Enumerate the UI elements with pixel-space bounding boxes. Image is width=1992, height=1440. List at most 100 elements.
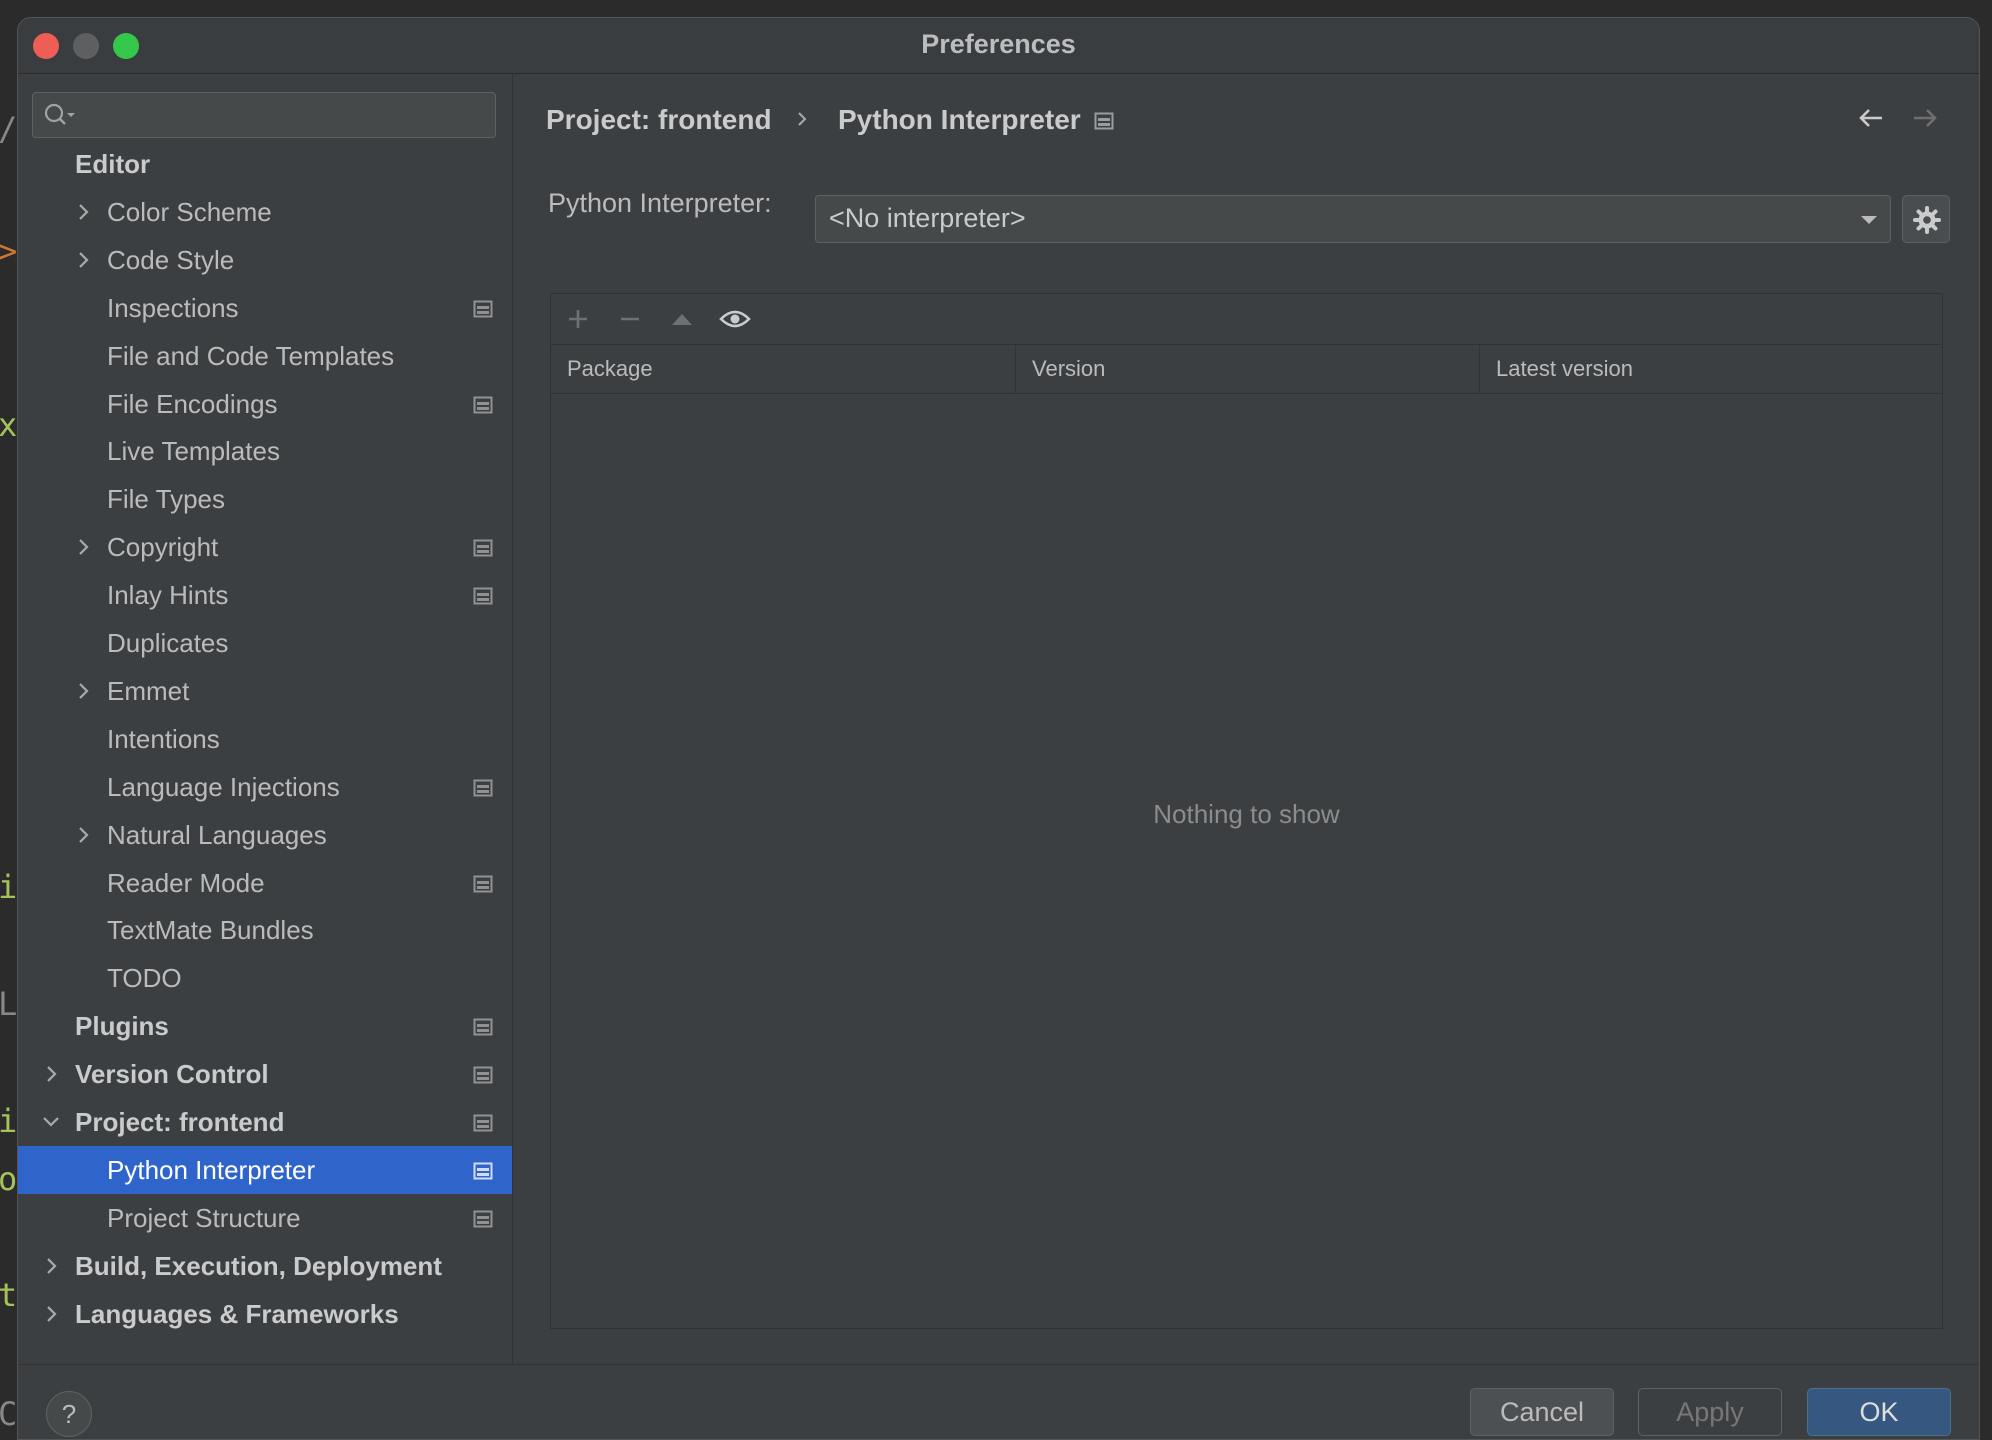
sidebar-item[interactable]: Intentions [18, 715, 512, 763]
back-arrow-icon[interactable] [1856, 104, 1886, 132]
sidebar-item[interactable]: Build, Execution, Deployment [18, 1242, 512, 1290]
chevron-right-icon[interactable] [41, 1254, 61, 1278]
dialog-footer: ? Cancel Apply OK [18, 1364, 1979, 1439]
sidebar-item[interactable]: TextMate Bundles [18, 906, 512, 954]
project-scope-icon [473, 300, 493, 318]
window-title: Preferences [921, 29, 1076, 59]
settings-content: Project: frontend Python Interpreter Pyt… [514, 74, 1979, 1364]
sidebar-item[interactable]: Language Injections [18, 763, 512, 811]
search-text-field[interactable] [79, 97, 489, 133]
sidebar-item[interactable]: Project: frontend [18, 1098, 512, 1146]
remove-package-icon[interactable] [617, 306, 643, 332]
eye-icon[interactable] [719, 306, 751, 332]
packages-table: Package Version Latest version Nothing t… [550, 293, 1943, 1329]
upgrade-package-icon[interactable] [669, 306, 695, 332]
sidebar-item-label: Editor [75, 149, 151, 179]
settings-sidebar: Editor Color Scheme Code Style Inspections F… [18, 74, 513, 1364]
sidebar-item[interactable]: Reader Mode [18, 859, 512, 907]
title-bar[interactable]: Preferences [18, 18, 1979, 74]
ok-button[interactable]: OK [1807, 1388, 1951, 1436]
project-scope-icon [473, 1210, 493, 1228]
sidebar-item[interactable]: Inspections [18, 284, 512, 332]
python-interpreter-select[interactable]: <No interpreter> [815, 195, 1891, 243]
sidebar-item-label: Duplicates [107, 628, 229, 658]
sidebar-item[interactable]: TODO [18, 954, 512, 1002]
sidebar-item[interactable]: Copyright [18, 523, 512, 571]
sidebar-item[interactable]: Inlay Hints [18, 571, 512, 619]
sidebar-item[interactable]: Editor [18, 140, 512, 188]
packages-table-body: Nothing to show [551, 394, 1942, 1328]
background-glyph: / [0, 110, 17, 148]
sidebar-item-label: Copyright [107, 532, 219, 562]
column-header-latest-version[interactable]: Latest version [1480, 345, 1944, 393]
sidebar-item-label: Version Control [75, 1059, 269, 1089]
sidebar-item-label: TODO [107, 963, 182, 993]
apply-button[interactable]: Apply [1638, 1388, 1782, 1436]
empty-state-text: Nothing to show [1153, 799, 1340, 829]
chevron-right-icon[interactable] [73, 248, 93, 272]
chevron-right-icon[interactable] [41, 1302, 61, 1326]
forward-arrow-icon[interactable] [1910, 104, 1940, 132]
breadcrumb-page: Python Interpreter [838, 104, 1081, 135]
sidebar-item[interactable]: Python Interpreter [18, 1146, 512, 1194]
sidebar-item[interactable]: Emmet [18, 667, 512, 715]
sidebar-item-label: Live Templates [107, 436, 280, 466]
project-scope-icon [473, 1066, 493, 1084]
sidebar-item-label: Languages & Frameworks [75, 1299, 399, 1329]
sidebar-item[interactable]: Natural Languages [18, 811, 512, 859]
project-scope-icon [473, 875, 493, 893]
chevron-down-icon [1861, 216, 1877, 224]
breadcrumb-project[interactable]: Project: frontend [546, 104, 772, 136]
chevron-right-icon[interactable] [73, 535, 93, 559]
project-scope-icon [473, 779, 493, 797]
chevron-right-icon[interactable] [73, 200, 93, 224]
python-interpreter-label: Python Interpreter: [548, 188, 772, 218]
settings-search-input[interactable] [32, 92, 496, 138]
background-glyph: > [0, 232, 18, 270]
chevron-right-icon[interactable] [73, 679, 93, 703]
sidebar-item-label: Intentions [107, 724, 220, 754]
sidebar-item-label: Plugins [75, 1011, 169, 1041]
sidebar-item-label: Python Interpreter [107, 1155, 316, 1185]
cancel-button[interactable]: Cancel [1470, 1388, 1614, 1436]
sidebar-item-label: Inlay Hints [107, 580, 229, 610]
gear-icon [1913, 206, 1941, 234]
sidebar-item-label: File and Code Templates [107, 341, 395, 371]
sidebar-item[interactable]: File Types [18, 475, 512, 523]
sidebar-item-label: TextMate Bundles [107, 915, 314, 945]
project-scope-icon [473, 1018, 493, 1036]
project-scope-icon [473, 396, 493, 414]
sidebar-item-label: Natural Languages [107, 820, 327, 850]
search-icon [44, 103, 75, 125]
sidebar-item[interactable]: Languages & Frameworks [18, 1290, 512, 1338]
sidebar-item[interactable]: File Encodings [18, 380, 512, 428]
sidebar-item-label: Inspections [107, 293, 239, 323]
sidebar-item[interactable]: File and Code Templates [18, 332, 512, 380]
sidebar-item-label: Reader Mode [107, 868, 265, 898]
sidebar-item-label: File Types [107, 484, 226, 514]
chevron-down-icon[interactable] [41, 1110, 61, 1134]
breadcrumb-separator-icon [798, 112, 807, 126]
sidebar-item[interactable]: Code Style [18, 236, 512, 284]
background-glyph: C [0, 1395, 18, 1433]
help-button[interactable]: ? [46, 1391, 92, 1437]
column-header-package[interactable]: Package [551, 345, 1016, 393]
sidebar-item[interactable]: Version Control [18, 1050, 512, 1098]
sidebar-item-label: Build, Execution, Deployment [75, 1251, 442, 1281]
background-editor: / > x i L i o t C [0, 0, 18, 1440]
add-package-icon[interactable] [565, 306, 591, 332]
sidebar-item[interactable]: Duplicates [18, 619, 512, 667]
sidebar-item-label: File Encodings [107, 389, 278, 419]
sidebar-item[interactable]: Project Structure [18, 1194, 512, 1242]
column-header-version[interactable]: Version [1016, 345, 1480, 393]
sidebar-item-label: Language Injections [107, 772, 340, 802]
sidebar-item[interactable]: Plugins [18, 1002, 512, 1050]
sidebar-item[interactable]: Color Scheme [18, 188, 512, 236]
chevron-right-icon[interactable] [41, 1062, 61, 1086]
project-scope-icon [473, 1162, 493, 1180]
background-glyph: L [0, 985, 18, 1023]
background-glyph: o [0, 1160, 18, 1198]
chevron-right-icon[interactable] [73, 823, 93, 847]
sidebar-item[interactable]: Live Templates [18, 427, 512, 475]
interpreter-settings-button[interactable] [1902, 195, 1950, 243]
